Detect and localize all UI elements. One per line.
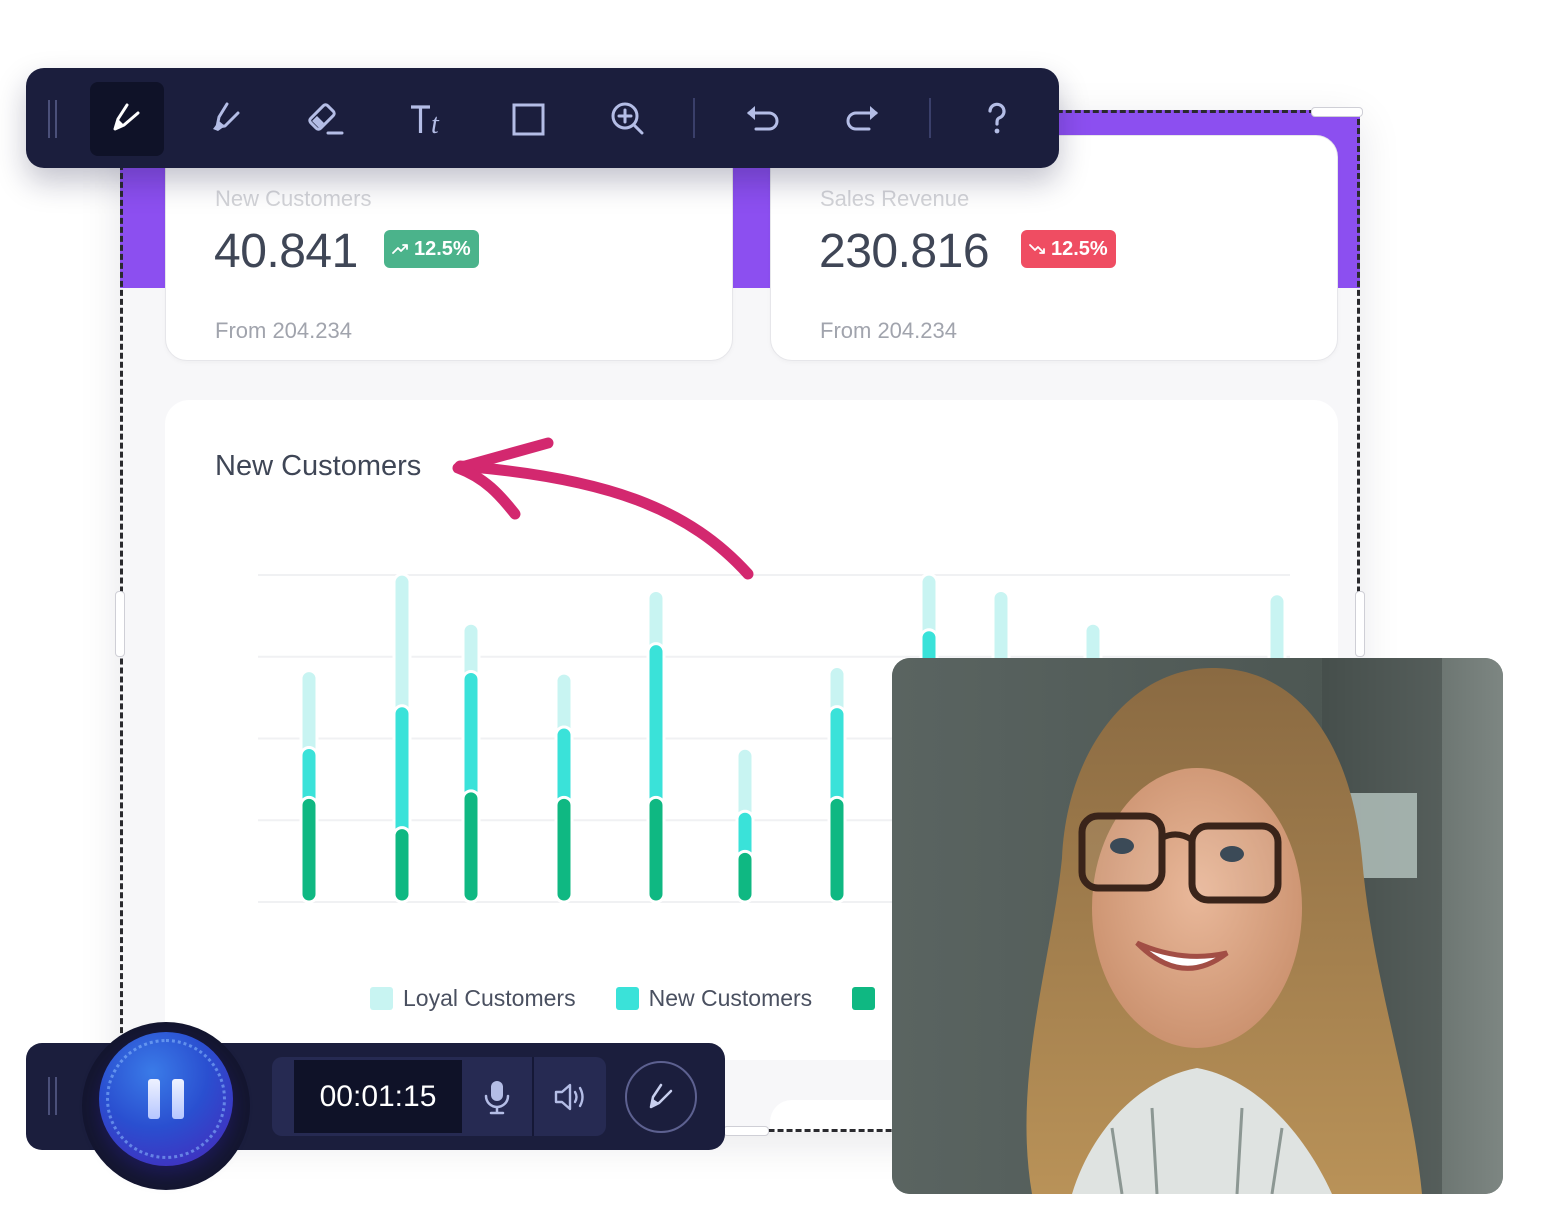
stat-label: Sales Revenue	[820, 186, 970, 211]
timer-divider	[532, 1057, 534, 1136]
webcam-overlay[interactable]	[892, 658, 1503, 1194]
drag-handle[interactable]	[55, 100, 57, 138]
help-icon	[988, 102, 1006, 134]
stat-value: 230.816	[819, 225, 990, 278]
drag-handle[interactable]	[55, 1077, 57, 1115]
undo-icon	[747, 106, 779, 131]
annotate-toggle-button[interactable]	[625, 1061, 697, 1133]
bar-segment-new	[461, 669, 481, 809]
speaker-toggle[interactable]	[535, 1057, 605, 1136]
chart-legend: Loyal Customers New Customers	[370, 985, 885, 1012]
pen-tool-button[interactable]	[90, 82, 164, 156]
trend-up-icon	[392, 244, 408, 254]
eraser-icon	[308, 103, 344, 135]
badge-text: 12.5%	[1051, 237, 1108, 260]
legend-swatch	[852, 987, 876, 1010]
undo-button[interactable]	[726, 82, 800, 156]
trend-badge-up: 12.5%	[384, 230, 479, 268]
recording-timer: 00:01:15	[294, 1060, 462, 1133]
legend-swatch	[615, 987, 639, 1010]
toolbar-divider	[693, 98, 695, 138]
text-tool-button[interactable]: t	[391, 82, 465, 156]
pause-icon-bar	[148, 1079, 160, 1119]
svg-text:t: t	[431, 109, 440, 140]
redo-button[interactable]	[825, 82, 899, 156]
zoom-tool-button[interactable]	[591, 82, 665, 156]
bar-segment-third	[735, 849, 755, 904]
bar-segment-third	[299, 795, 319, 904]
speaker-icon	[554, 1083, 584, 1110]
timer-controls: 00:01:15	[272, 1057, 606, 1136]
legend-label: New Customers	[648, 985, 813, 1011]
legend-label: Loyal Customers	[403, 985, 576, 1011]
bar-segment-loyal	[392, 572, 412, 724]
pause-icon-bar	[172, 1079, 184, 1119]
stat-label: New Customers	[215, 186, 372, 211]
bar-segment-new	[392, 704, 412, 846]
zoom-in-icon	[611, 102, 644, 135]
highlighter-icon	[213, 102, 240, 131]
trend-down-icon	[1029, 244, 1045, 254]
badge-text: 12.5%	[414, 237, 471, 260]
rectangle-icon	[512, 103, 545, 136]
bar-segment-new	[646, 642, 666, 815]
pen-icon	[113, 103, 140, 131]
eraser-tool-button[interactable]	[289, 82, 363, 156]
rectangle-tool-button[interactable]	[491, 82, 565, 156]
stat-card-new-customers: New Customers 40.841 12.5% From 204.234	[165, 135, 733, 361]
pause-recording-button[interactable]	[99, 1032, 233, 1166]
drag-handle[interactable]	[48, 1077, 50, 1115]
help-button[interactable]	[960, 82, 1034, 156]
trend-badge-down: 12.5%	[1021, 230, 1116, 268]
stat-from: From 204.234	[820, 318, 957, 343]
annotation-toolbar: t	[26, 68, 1059, 168]
microphone-toggle[interactable]	[462, 1057, 532, 1136]
bar-segment-third	[827, 795, 847, 904]
microphone-icon	[484, 1080, 510, 1114]
legend-item-new[interactable]: New Customers	[615, 985, 813, 1012]
highlighter-tool-button[interactable]	[190, 82, 264, 156]
legend-item-loyal[interactable]: Loyal Customers	[370, 985, 576, 1012]
bar-segment-third	[392, 826, 412, 904]
bar-segment-third	[646, 795, 666, 904]
legend-item-third[interactable]	[852, 987, 885, 1010]
pen-icon	[649, 1083, 673, 1109]
legend-swatch	[370, 987, 393, 1010]
bar-segment-third	[461, 789, 481, 904]
redo-icon	[846, 106, 878, 131]
bar-segment-third	[554, 795, 574, 904]
drag-handle[interactable]	[48, 100, 50, 138]
stat-value: 40.841	[214, 225, 358, 278]
stat-from: From 204.234	[215, 318, 352, 343]
pause-button-texture	[106, 1039, 226, 1159]
text-icon: t	[411, 105, 440, 140]
toolbar-divider	[929, 98, 931, 138]
stat-card-sales-revenue: Sales Revenue 230.816 12.5% From 204.234	[770, 135, 1338, 361]
presenter-photo	[892, 658, 1503, 1194]
